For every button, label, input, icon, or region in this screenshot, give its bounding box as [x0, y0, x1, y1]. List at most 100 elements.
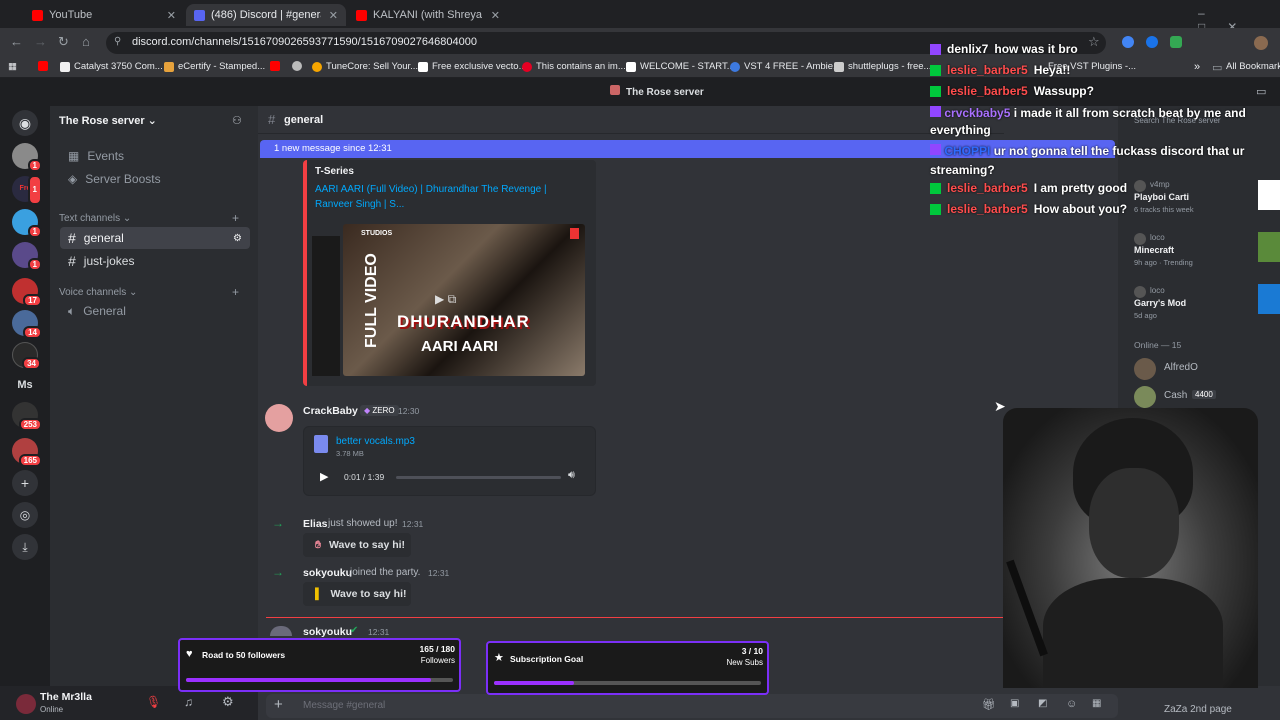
avatar[interactable] — [1134, 386, 1156, 408]
server-icon[interactable]: 1 — [12, 209, 42, 238]
all-bookmarks[interactable]: All Bookmarks — [1226, 61, 1280, 72]
volume-icon[interactable]: 🔊︎ — [568, 469, 575, 482]
invite-icon[interactable]: ⚇ — [232, 114, 242, 127]
server-icon[interactable]: 1 — [12, 242, 42, 271]
voice-channel-general[interactable]: 🔈︎ General — [60, 300, 250, 322]
extension-icon[interactable] — [1146, 36, 1158, 48]
wave-button[interactable]: ▌ Wave to say hi! — [303, 582, 411, 606]
activity-title[interactable]: Garry's Mod — [1134, 298, 1186, 308]
member-name[interactable]: Cash — [1164, 390, 1187, 401]
audio-seek-bar[interactable] — [396, 476, 561, 479]
activity-title[interactable]: Minecraft — [1134, 245, 1174, 255]
add-attachment-icon[interactable]: + — [274, 696, 283, 713]
message-author[interactable]: CrackBaby — [303, 405, 358, 417]
download-icon[interactable]: ⤓ — [12, 534, 38, 560]
bookmark-item[interactable] — [270, 61, 280, 71]
message-author[interactable]: Elias — [303, 518, 328, 530]
server-boosts-link[interactable]: ◈ Server Boosts — [60, 168, 250, 190]
bookmark-ribbon-icon — [570, 228, 579, 239]
tab-discord[interactable]: (486) Discord | #general | The R ✕ — [186, 4, 346, 26]
site-info-icon[interactable]: ⚲ — [114, 36, 121, 47]
text-channels-category[interactable]: Text channels ⌄ — [59, 213, 131, 224]
video-thumbnail[interactable]: FULL VIDEO 4k STUDIOS DHURANDHAR AARI AA… — [343, 224, 585, 376]
inbox-icon[interactable]: ▭ — [1256, 85, 1266, 98]
extension-icon[interactable] — [1122, 36, 1134, 48]
headphones-icon[interactable]: ♫ — [184, 695, 193, 709]
bookmark-item[interactable]: TuneCore: Sell Your... — [312, 61, 418, 72]
bookmark-item[interactable]: WELCOME - START... — [626, 61, 735, 72]
add-channel-icon[interactable]: + — [232, 285, 239, 299]
close-tab-icon[interactable]: ✕ — [491, 9, 500, 22]
server-ms-icon[interactable]: Ms — [12, 372, 38, 398]
voice-channels-category[interactable]: Voice channels ⌄ — [59, 287, 137, 298]
server-name-dropdown[interactable]: The Rose server ⌄ — [59, 114, 157, 127]
wave-button[interactable]: ✋︎ Wave to say hi! — [303, 533, 411, 557]
discord-home-icon[interactable]: ◉ — [12, 110, 38, 136]
apps-icon[interactable]: ▦ — [8, 61, 17, 72]
server-icon[interactable]: 34 — [12, 342, 41, 370]
avatar[interactable] — [16, 694, 36, 714]
banner-text: 1 new message since 12:31 — [274, 143, 392, 154]
close-tab-icon[interactable]: ✕ — [167, 9, 176, 22]
tab-youtube[interactable]: YouTube ✕ — [24, 4, 184, 26]
server-icon[interactable]: 14 — [12, 310, 42, 339]
profile-avatar[interactable] — [1254, 36, 1268, 50]
more-bookmarks-icon[interactable]: » — [1194, 61, 1200, 73]
message-author[interactable]: sokyouku — [303, 567, 352, 579]
apps-icon[interactable]: ▦ — [1092, 698, 1101, 709]
play-icon[interactable]: ▶ ⧉ — [435, 292, 456, 307]
member-name[interactable]: AlfredO — [1164, 362, 1198, 373]
channel-settings-icon[interactable]: ⚙ — [233, 233, 242, 244]
sticker-icon[interactable]: ◩ — [1038, 698, 1047, 709]
channel-general[interactable]: # general ⚙ — [60, 227, 250, 249]
home-icon[interactable]: ⌂ — [82, 34, 90, 49]
mention-badge: 1 — [27, 175, 42, 205]
folder-icon: ▭ — [1212, 62, 1223, 74]
forward-icon[interactable]: → — [34, 34, 47, 49]
add-channel-icon[interactable]: + — [232, 211, 239, 225]
bookmark-item[interactable]: Catalyst 3750 Com... — [60, 61, 163, 72]
bookmark-item[interactable] — [38, 61, 48, 71]
server-icon[interactable]: 1 — [12, 143, 42, 172]
page-icon — [60, 61, 70, 72]
server-icon[interactable]: 253 — [12, 402, 42, 431]
bookmark-item[interactable]: This contains an im... — [522, 61, 626, 72]
gif-icon[interactable]: ▣ — [1010, 698, 1019, 709]
back-icon[interactable]: ← — [10, 34, 23, 49]
bookmark-star-icon[interactable]: ☆ — [1088, 34, 1100, 50]
file-name-link[interactable]: better vocals.mp3 — [336, 436, 415, 447]
events-link[interactable]: ▦ Events — [60, 145, 250, 167]
reload-icon[interactable]: ↻ — [58, 34, 69, 50]
bookmark-item[interactable]: shuttleplugs - free... — [834, 61, 931, 72]
gift-icon[interactable]: 🎁︎ — [982, 698, 996, 711]
channel-just-jokes[interactable]: # just-jokes — [60, 250, 250, 272]
bookmark-item[interactable]: Free exclusive vecto... — [418, 61, 527, 72]
bookmark-item[interactable]: Free VST Plugins -... — [1048, 61, 1136, 72]
add-server-icon[interactable]: + — [12, 470, 38, 496]
member-name[interactable]: ZaZa 2nd page — [1164, 704, 1232, 715]
emoji-icon[interactable]: ☺ — [1066, 698, 1077, 710]
server-icon[interactable]: 17 — [12, 278, 42, 307]
activity-title[interactable]: Playboi Carti — [1134, 192, 1189, 202]
search-field[interactable]: Search The Rose server — [1134, 116, 1221, 125]
avatar[interactable] — [265, 404, 293, 432]
bookmark-label: TuneCore: Sell Your... — [326, 61, 419, 72]
message-input[interactable]: + Message #general 🎁︎ ▣ ◩ ☺ ▦ — [266, 694, 1118, 718]
tab-kalyani[interactable]: KALYANI (with Shreya Ghoshal) ✕ — [348, 4, 508, 26]
play-icon[interactable]: ▶ — [320, 470, 328, 483]
embed-title-link[interactable]: AARI AARI (Full Video) | Dhurandhar The … — [315, 182, 565, 212]
bookmark-item[interactable]: VST 4 FREE - Ambie... — [730, 61, 841, 72]
discover-icon[interactable]: ◎ — [12, 502, 38, 528]
bookmark-item[interactable] — [292, 61, 302, 71]
close-tab-icon[interactable]: ✕ — [329, 9, 338, 22]
mute-mic-icon[interactable]: 🎙︎ — [146, 695, 161, 709]
new-messages-banner[interactable]: 1 new message since 12:31 — [260, 140, 1115, 158]
url-input[interactable]: ⚲ discord.com/channels/15167090265937715… — [106, 32, 1106, 54]
avatar[interactable] — [1134, 358, 1156, 380]
message-author[interactable]: sokyouku — [303, 626, 352, 638]
bookmark-item[interactable]: eCertify - Stamped... — [164, 61, 265, 72]
user-settings-gear-icon[interactable]: ⚙ — [222, 694, 234, 710]
server-icon[interactable]: Fre 1 — [12, 175, 42, 205]
extension-icon[interactable] — [1170, 36, 1182, 48]
server-icon[interactable]: 165 — [12, 438, 42, 467]
